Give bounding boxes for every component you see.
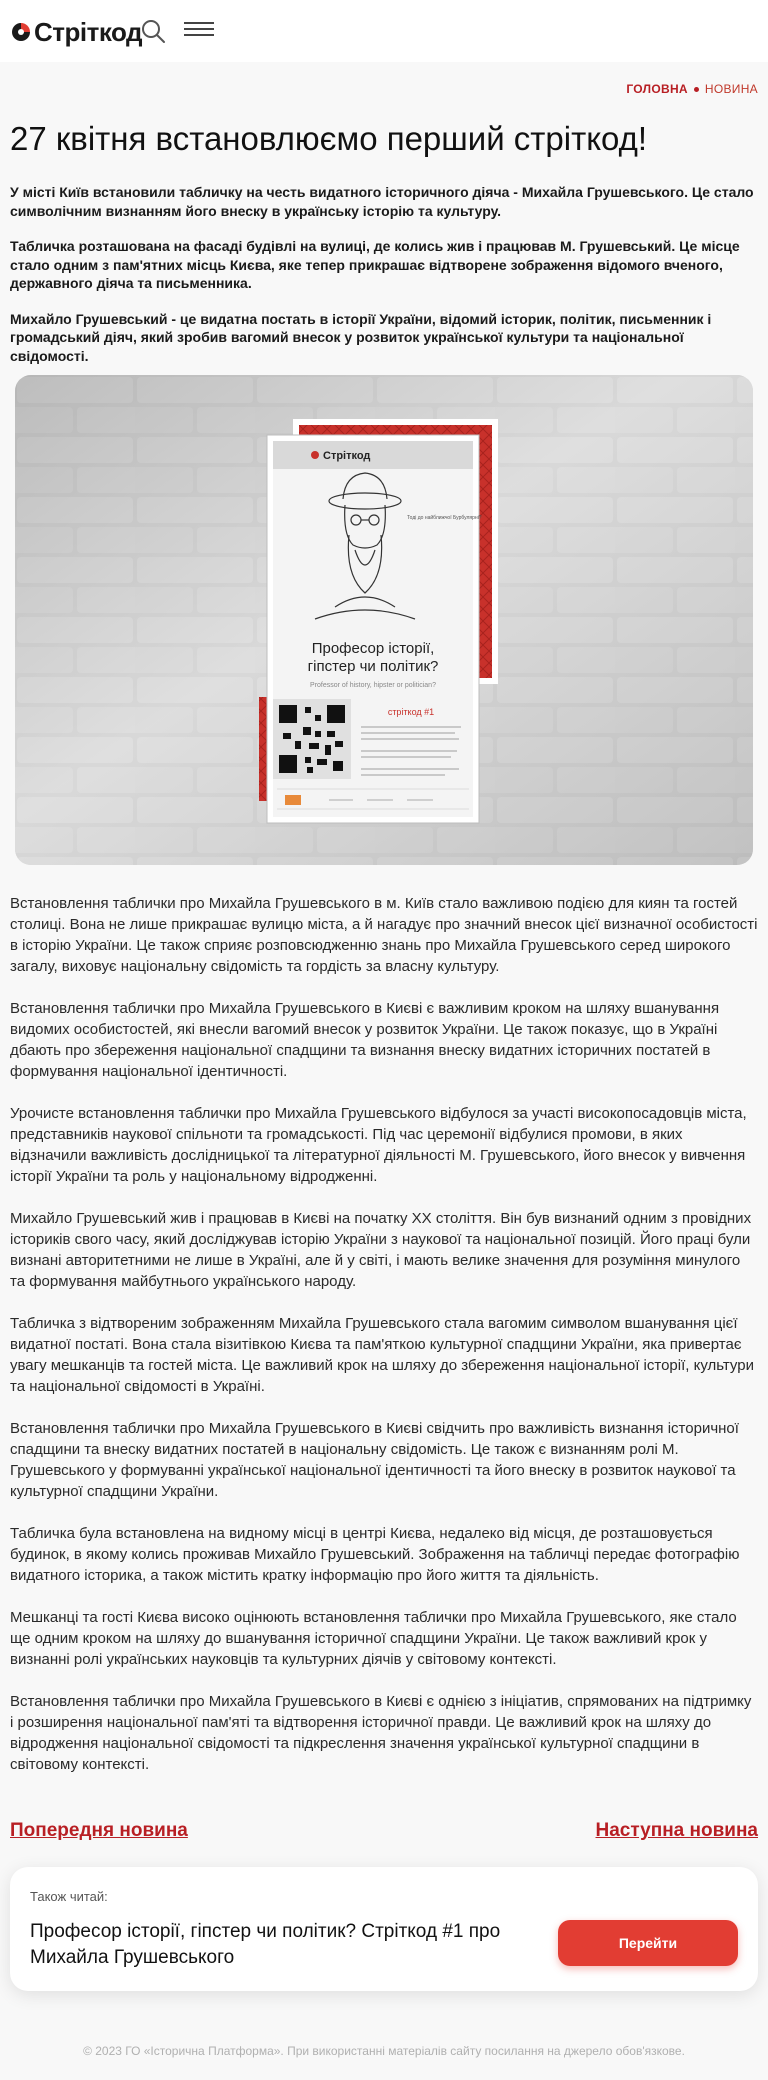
body-paragraph: Встановлення таблички про Михайла Грушев… bbox=[10, 1693, 752, 1773]
plaque-logo-text: Стріткод bbox=[323, 450, 370, 462]
breadcrumb-separator bbox=[693, 86, 699, 92]
go-button[interactable]: Перейти bbox=[558, 1920, 738, 1966]
plaque-heading-line2: гіпстер чи політик? bbox=[308, 658, 439, 675]
body-paragraph: Табличка була встановлена на видному міс… bbox=[10, 1525, 740, 1584]
footer-copyright: © 2023 ГО «Історична Платформа». При вик… bbox=[83, 2044, 685, 2058]
body-paragraph: Урочисте встановлення таблички про Михай… bbox=[10, 1105, 747, 1185]
read-also-card: Також читай: Професор історії, гіпстер ч… bbox=[10, 1867, 758, 1991]
article-body: Встановлення таблички про Михайла Грушев… bbox=[10, 893, 758, 1796]
intro-paragraph: Табличка розташована на фасаді будівлі н… bbox=[10, 238, 740, 291]
body-paragraph: Встановлення таблички про Михайла Грушев… bbox=[10, 1000, 720, 1080]
logo-mark-icon bbox=[12, 23, 30, 41]
search-icon[interactable] bbox=[140, 18, 166, 44]
body-paragraph: Встановлення таблички про Михайла Грушев… bbox=[10, 895, 758, 975]
body-paragraph: Встановлення таблички про Михайла Грушев… bbox=[10, 1420, 739, 1500]
breadcrumb-home-link[interactable]: ГОЛОВНА bbox=[626, 82, 688, 96]
site-header: Стріткод bbox=[0, 0, 768, 62]
read-also-title[interactable]: Професор історії, гіпстер чи політик? Ст… bbox=[30, 1919, 550, 1971]
plaque-code-label: стріткод #1 bbox=[388, 707, 434, 717]
body-paragraph: Мешканці та гості Києва високо оцінюють … bbox=[10, 1609, 737, 1668]
brick-wall-plaque-illustration: Стріткод Тоді до найближчої Бурбулярні? … bbox=[15, 375, 753, 865]
body-paragraph: Михайло Грушевський жив і працював в Киє… bbox=[10, 1210, 752, 1290]
previous-news-link[interactable]: Попередня новина bbox=[10, 1820, 188, 1842]
hamburger-menu-icon[interactable] bbox=[184, 20, 214, 44]
plaque-subheading: Professor of history, hipster or politic… bbox=[310, 682, 436, 689]
page-title: 27 квітня встановлюємо перший стріткод! bbox=[10, 120, 648, 157]
article-intro: У місті Київ встановили табличку на чест… bbox=[10, 183, 758, 382]
site-logo[interactable]: Стріткод bbox=[10, 17, 143, 47]
breadcrumb-current: НОВИНА bbox=[704, 82, 758, 96]
hero-image: Стріткод Тоді до найближчої Бурбулярні? … bbox=[15, 375, 753, 865]
plaque-speech-bubble: Тоді до найближчої Бурбулярні? bbox=[407, 514, 482, 521]
intro-paragraph: У місті Київ встановили табличку на чест… bbox=[10, 184, 754, 219]
next-news-link[interactable]: Наступна новина bbox=[596, 1820, 758, 1842]
intro-paragraph: Михайло Грушевський - це видатна постать… bbox=[10, 310, 712, 364]
body-paragraph: Табличка з відтвореним зображенням Михай… bbox=[10, 1315, 754, 1395]
breadcrumb: ГОЛОВНА НОВИНА bbox=[626, 82, 758, 96]
logo-text: Стріткод bbox=[34, 17, 143, 47]
read-also-label: Також читай: bbox=[30, 1889, 108, 1904]
plaque-heading-line1: Професор історії, bbox=[312, 640, 435, 657]
